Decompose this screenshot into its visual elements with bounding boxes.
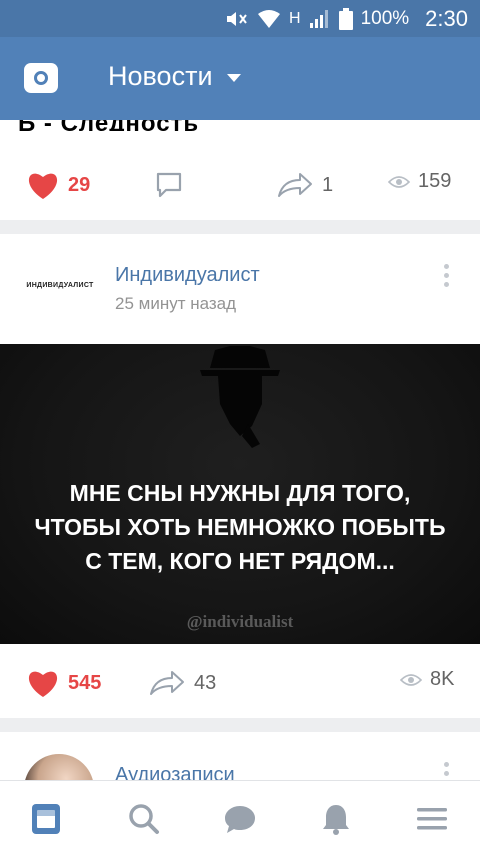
author-name[interactable]: Аудиозаписи — [115, 764, 235, 780]
comment-button[interactable] — [154, 170, 184, 200]
caption-line: С ТЕМ, КОГО НЕТ РЯДОМ... — [85, 548, 395, 574]
status-bar: H 100% 2:30 — [0, 0, 480, 37]
heart-icon — [28, 671, 58, 697]
mute-icon — [225, 9, 249, 29]
post-image[interactable]: МНЕ СНЫ НУЖНЫ ДЛЯ ТОГО, ЧТОБЫ ХОТЬ НЕМНО… — [0, 344, 480, 644]
menu-icon — [417, 808, 447, 830]
camera-icon — [34, 71, 48, 85]
post-header: ИНДИВИДУАЛИСТ Индивидуалист 25 минут наз… — [0, 234, 480, 344]
post-card: Б - Следность 29 1 159 — [0, 120, 480, 220]
nav-news[interactable] — [28, 801, 64, 837]
views-count: 159 — [418, 170, 452, 192]
more-options-icon[interactable] — [444, 264, 450, 287]
post-time: 25 минут назад — [115, 294, 237, 313]
wifi-icon — [257, 9, 281, 29]
views: 8K — [400, 668, 454, 691]
silhouette-figure — [200, 346, 280, 448]
image-caption: МНЕ СНЫ НУЖНЫ ДЛЯ ТОГО, ЧТОБЫ ХОТЬ НЕМНО… — [0, 476, 480, 578]
battery-icon — [338, 7, 353, 30]
more-options-icon[interactable] — [444, 762, 450, 780]
share-count: 43 — [194, 671, 217, 694]
bottom-nav — [0, 780, 480, 854]
post-actions: 29 1 159 — [0, 158, 480, 208]
like-count: 29 — [68, 173, 91, 196]
caption-line: ЧТОБЫ ХОТЬ НЕМНОЖКО ПОБЫТЬ — [34, 514, 446, 540]
comment-icon — [156, 172, 182, 198]
messages-icon — [225, 806, 255, 833]
clock: 2:30 — [425, 5, 468, 31]
avatar[interactable]: ИНДИВИДУАЛИСТ — [22, 270, 98, 300]
app-header: Новости — [0, 37, 480, 120]
signal-icon — [309, 9, 331, 29]
nav-search[interactable] — [126, 801, 162, 837]
heart-icon — [28, 173, 58, 199]
share-icon — [150, 671, 184, 695]
share-icon — [278, 173, 312, 197]
nav-messages[interactable] — [222, 801, 258, 837]
share-button[interactable]: 43 — [148, 668, 216, 698]
chevron-down-icon — [226, 73, 241, 82]
network-type: H — [289, 9, 301, 27]
share-count: 1 — [322, 173, 334, 196]
like-count: 545 — [68, 671, 102, 694]
camera-button[interactable] — [24, 63, 58, 93]
nav-notifications[interactable] — [318, 801, 354, 837]
post-actions: 545 43 8K — [0, 658, 480, 708]
avatar-text: ИНДИВИДУАЛИСТ — [26, 281, 94, 289]
nav-menu[interactable] — [414, 801, 450, 837]
author-name[interactable]: Индивидуалист — [115, 264, 260, 287]
eye-icon — [388, 175, 410, 188]
caption-line: МНЕ СНЫ НУЖНЫ ДЛЯ ТОГО, — [69, 480, 411, 506]
share-button[interactable]: 1 — [276, 170, 333, 200]
battery-percent: 100% — [360, 7, 410, 29]
views: 159 — [388, 170, 451, 193]
eye-icon — [400, 673, 422, 686]
watermark: @individualist — [186, 612, 294, 631]
avatar[interactable] — [24, 754, 94, 780]
notifications-icon — [323, 805, 349, 835]
search-icon — [129, 804, 159, 834]
post-card: ИНДИВИДУАЛИСТ Индивидуалист 25 минут наз… — [0, 234, 480, 718]
post-text: Б - Следность — [18, 120, 199, 131]
like-button[interactable]: 545 — [26, 668, 101, 698]
post-card: Аудиозаписи — [0, 732, 480, 780]
views-count: 8K — [430, 668, 455, 690]
like-button[interactable]: 29 — [26, 170, 90, 200]
feed-selector[interactable]: Новости — [108, 61, 241, 92]
news-icon — [32, 804, 60, 834]
page-title: Новости — [108, 61, 213, 91]
